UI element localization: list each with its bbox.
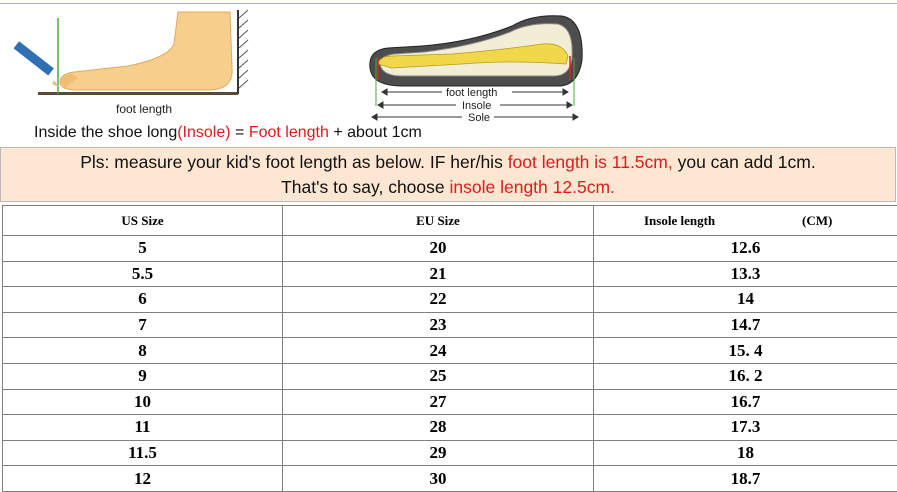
eu-size-cell: 21	[283, 261, 594, 287]
header-us-size: US Size	[3, 206, 283, 236]
header-eu-size: EU Size	[283, 206, 594, 236]
foot-measure-illustration	[8, 8, 258, 100]
banner-line1-c: you can add 1cm.	[673, 152, 816, 172]
table-body: 52012.65.52113.36221472314.782415. 49251…	[3, 236, 897, 492]
insole-length-cell: 16. 2	[594, 363, 897, 389]
eu-size-cell: 24	[283, 338, 594, 364]
us-size-cell: 6	[3, 287, 283, 313]
us-size-cell: 7	[3, 312, 283, 338]
table-row: 5.52113.3	[3, 261, 897, 287]
insole-length-cell: 18.7	[594, 466, 897, 492]
us-size-cell: 11	[3, 415, 283, 441]
shoe-insole-label: Insole	[462, 100, 491, 112]
illustration-panel: foot length foot length Insole Sole Insi…	[0, 0, 897, 146]
us-size-cell: 11.5	[3, 440, 283, 466]
foot-length-label: foot length	[116, 102, 172, 116]
shoe-foot-length-label: foot length	[446, 87, 497, 99]
table-row: 72314.7	[3, 312, 897, 338]
eu-size-cell: 28	[283, 415, 594, 441]
eu-size-cell: 29	[283, 440, 594, 466]
banner-line2-highlight: insole length 12.5cm.	[450, 177, 615, 197]
floor-line	[38, 92, 238, 95]
formula-part-1: Inside the shoe long	[34, 124, 177, 141]
top-divider	[0, 3, 897, 4]
table-row: 102716.7	[3, 389, 897, 415]
insole-length-cell: 14.7	[594, 312, 897, 338]
eu-size-cell: 23	[283, 312, 594, 338]
foot-shape	[60, 12, 232, 90]
table-row: 123018.7	[3, 466, 897, 492]
us-size-cell: 5.5	[3, 261, 283, 287]
formula-foot-length: Foot length	[249, 124, 329, 141]
table-row: 112817.3	[3, 415, 897, 441]
table-row: 11.52918	[3, 440, 897, 466]
size-chart-table: US Size EU Size Insole length (CM) 52012…	[2, 205, 897, 492]
table-row: 52012.6	[3, 236, 897, 262]
insole-length-cell: 16.7	[594, 389, 897, 415]
banner-line2-a: That's to say, choose	[281, 177, 449, 197]
insole-length-cell: 17.3	[594, 415, 897, 441]
shoe-sole-label: Sole	[468, 112, 490, 124]
pencil-icon	[14, 41, 60, 88]
banner-line-2: That's to say, choose insole length 12.5…	[1, 175, 895, 200]
formula-equals: =	[231, 124, 249, 141]
eu-size-cell: 25	[283, 363, 594, 389]
us-size-cell: 8	[3, 338, 283, 364]
table-row: 92516. 2	[3, 363, 897, 389]
banner-line1-highlight: foot length is 11.5cm,	[508, 152, 673, 172]
header-unit: (CM)	[802, 213, 832, 229]
insole-length-cell: 14	[594, 287, 897, 313]
table-row: 62214	[3, 287, 897, 313]
us-size-cell: 5	[3, 236, 283, 262]
table-row: 82415. 4	[3, 338, 897, 364]
banner-line-1: Pls: measure your kid's foot length as b…	[1, 150, 895, 175]
formula-part-5: + about 1cm	[329, 124, 422, 141]
eu-size-cell: 20	[283, 236, 594, 262]
header-insole-text: Insole length	[644, 213, 715, 229]
banner-line1-a: Pls: measure your kid's foot length as b…	[80, 152, 507, 172]
us-size-cell: 12	[3, 466, 283, 492]
insole-formula: Inside the shoe long(Insole) = Foot leng…	[34, 124, 422, 142]
eu-size-cell: 27	[283, 389, 594, 415]
insole-length-cell: 12.6	[594, 236, 897, 262]
formula-insole: (Insole)	[177, 124, 230, 141]
eu-size-cell: 30	[283, 466, 594, 492]
header-insole-length: Insole length (CM)	[594, 206, 897, 236]
eu-size-cell: 22	[283, 287, 594, 313]
table-header-row: US Size EU Size Insole length (CM)	[3, 206, 897, 236]
us-size-cell: 9	[3, 363, 283, 389]
us-size-cell: 10	[3, 389, 283, 415]
insole-length-cell: 15. 4	[594, 338, 897, 364]
insole-length-cell: 13.3	[594, 261, 897, 287]
instruction-banner: Pls: measure your kid's foot length as b…	[0, 147, 896, 202]
insole-length-cell: 18	[594, 440, 897, 466]
wall-hatching	[239, 10, 248, 88]
